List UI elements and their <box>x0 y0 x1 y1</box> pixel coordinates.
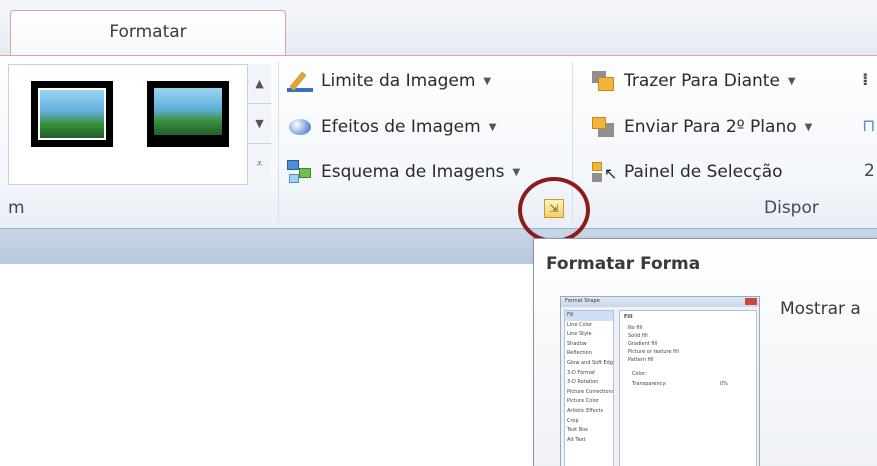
picture-border-label: Limite da Imagem <box>321 71 476 91</box>
ribbon-screenshot: Formatar ▲ ▼ ⩡ m Limite da Imagem ▼ Efei… <box>0 0 877 466</box>
more-icon: ⩡ <box>256 157 263 170</box>
gallery-down-button[interactable]: ▼ <box>248 104 271 144</box>
send-backward-label: Enviar Para 2º Plano <box>624 117 797 137</box>
picture-style-thumbnail[interactable] <box>31 81 113 147</box>
preview-option: Pattern fill <box>628 357 654 363</box>
preview-color-label: Color: <box>632 371 647 377</box>
preview-transparency-value: 0% <box>720 381 728 387</box>
preview-option: No fill <box>628 325 643 331</box>
preview-title: Format Shape <box>565 298 600 304</box>
dropdown-arrow-icon: ▼ <box>483 75 492 87</box>
list-item: Crop <box>567 417 579 424</box>
tab-formatar[interactable]: Formatar <box>10 10 286 56</box>
gallery-more-button[interactable]: ⩡ <box>248 144 271 184</box>
picture-effects-button[interactable]: Efeitos de Imagem ▼ <box>287 112 496 142</box>
gallery-scroll: ▲ ▼ ⩡ <box>247 64 271 185</box>
tooltip-title: Formatar Forma <box>546 254 701 274</box>
picture-styles-group-label: m <box>8 198 25 218</box>
tooltip-description: Mostrar a <box>780 299 861 319</box>
list-item: 3-D Format <box>567 369 596 376</box>
picture-effects-icon <box>287 115 313 139</box>
dialog-preview: Format Shape Fill Line Color Line Style … <box>560 296 760 466</box>
list-item: Glow and Soft Edges <box>567 359 613 366</box>
highlight-circle <box>518 177 590 243</box>
bring-forward-icon <box>590 69 616 93</box>
arrange-group-label: Dispor <box>764 198 819 218</box>
list-item: 3-D Rotation <box>567 379 599 386</box>
chevron-up-icon: ▲ <box>255 77 264 90</box>
picture-styles-gallery <box>8 64 271 185</box>
list-item: Alt Text <box>567 436 586 443</box>
preview-option: Gradient fill <box>628 341 658 347</box>
preview-transparency-label: Transparency: <box>632 381 667 387</box>
picture-style-thumbnail[interactable] <box>147 81 229 147</box>
group-icon[interactable]: ⊓ <box>862 116 875 136</box>
list-item: Picture Color <box>567 398 599 405</box>
picture-layout-button[interactable]: Esquema de Imagens ▼ <box>287 157 520 187</box>
group-separator <box>278 62 279 222</box>
picture-effects-label: Efeitos de Imagem <box>321 117 481 137</box>
list-item: Line Color <box>567 321 593 328</box>
rotate-label-partial[interactable]: 2 <box>864 161 875 181</box>
picture-border-button[interactable]: Limite da Imagem ▼ <box>287 66 491 96</box>
list-item: Text Box <box>567 427 588 434</box>
list-item: Line Style <box>567 331 592 338</box>
tab-label: Formatar <box>109 22 187 42</box>
gallery-up-button[interactable]: ▲ <box>248 64 271 104</box>
picture-border-icon <box>287 69 313 93</box>
preview-pane-heading: Fill <box>624 314 633 320</box>
preview-options-pane: Fill No fill Solid fill Gradient fill Pi… <box>619 310 757 466</box>
picture-layout-icon <box>287 160 313 184</box>
dropdown-arrow-icon: ▼ <box>787 75 796 87</box>
preview-titlebar: Format Shape <box>561 297 759 307</box>
picture-layout-label: Esquema de Imagens <box>321 162 505 182</box>
list-item: Fill <box>565 311 613 321</box>
tooltip: Formatar Forma Mostrar a Format Shape Fi… <box>533 238 877 466</box>
list-item: Artistic Effects <box>567 407 604 414</box>
list-item: Shadow <box>567 340 587 347</box>
list-item: Reflection <box>567 350 592 357</box>
chevron-down-icon: ▼ <box>255 117 264 130</box>
bring-forward-label: Trazer Para Diante <box>624 71 780 91</box>
align-icon[interactable]: ⁞ <box>862 70 868 90</box>
dropdown-arrow-icon: ▼ <box>488 121 497 133</box>
send-backward-button[interactable]: Enviar Para 2º Plano ▼ <box>590 112 812 142</box>
dropdown-arrow-icon: ▼ <box>512 166 521 178</box>
send-backward-icon <box>590 115 616 139</box>
bring-forward-button[interactable]: Trazer Para Diante ▼ <box>590 66 796 96</box>
selection-pane-label: Painel de Selecção <box>624 162 783 182</box>
preview-option: Solid fill <box>628 333 648 339</box>
selection-pane-button[interactable]: ↖ Painel de Selecção <box>590 157 783 187</box>
close-icon <box>745 298 757 305</box>
list-item: Picture Corrections <box>567 388 613 395</box>
tab-strip: Formatar <box>0 0 877 56</box>
preview-option: Picture or texture fill <box>628 349 680 355</box>
dropdown-arrow-icon: ▼ <box>804 121 813 133</box>
selection-pane-icon: ↖ <box>590 160 617 184</box>
preview-category-list: Fill Line Color Line Style Shadow Reflec… <box>564 310 614 466</box>
